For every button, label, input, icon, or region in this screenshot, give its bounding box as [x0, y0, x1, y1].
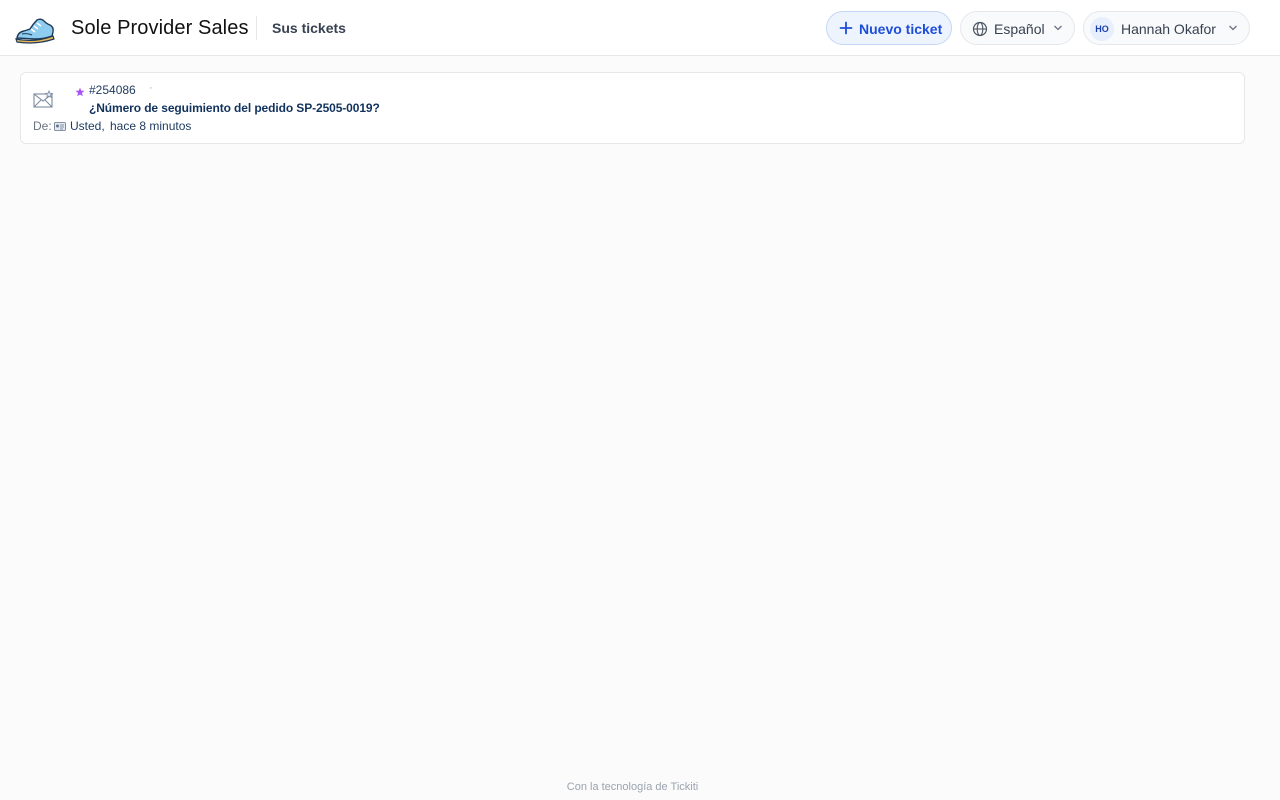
from-label: De:: [33, 119, 52, 133]
ticket-subject[interactable]: ¿Número de seguimiento del pedido SP-250…: [89, 101, 380, 115]
envelope-icon: [33, 90, 54, 108]
nav-link-your-tickets[interactable]: Sus tickets: [272, 20, 346, 36]
top-bar: Sole Provider Sales Sus tickets Nuevo ti…: [0, 0, 1280, 56]
language-selector[interactable]: Español: [960, 11, 1075, 45]
footer-credit: Con la tecnología de Tickiti: [566, 781, 699, 793]
nav-divider: [256, 16, 257, 40]
star-icon: [75, 87, 85, 97]
ticket-card[interactable]: #254086 · ¿Número de seguimiento del ped…: [20, 72, 1245, 144]
time-ago: hace 8 minutos: [110, 119, 192, 133]
avatar: HO: [1090, 17, 1114, 41]
user-menu[interactable]: HO Hannah Okafor: [1083, 11, 1250, 45]
new-ticket-button[interactable]: Nuevo ticket: [826, 11, 952, 45]
new-ticket-label: Nuevo ticket: [859, 21, 943, 37]
separator-dot: ·: [149, 82, 153, 94]
chevron-down-icon: [1229, 25, 1237, 31]
chevron-down-icon: [1054, 25, 1062, 31]
plus-icon: [839, 21, 853, 35]
brand-name: Sole Provider Sales: [71, 17, 249, 39]
language-label: Español: [994, 21, 1045, 37]
user-name: Hannah Okafor: [1121, 21, 1216, 37]
from-name: Usted,: [70, 119, 105, 133]
globe-icon: [972, 21, 988, 37]
id-card-icon: [54, 122, 66, 131]
sneaker-logo-icon[interactable]: [14, 12, 56, 46]
ticket-id: #254086: [89, 83, 136, 97]
